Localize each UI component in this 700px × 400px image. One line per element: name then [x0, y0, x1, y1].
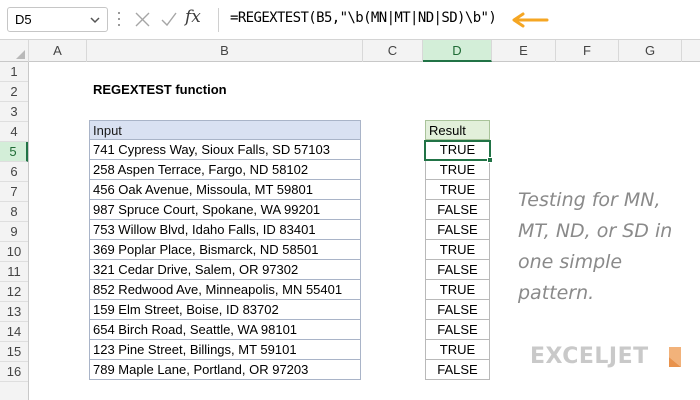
- input-header[interactable]: Input: [89, 120, 361, 140]
- column-header-d[interactable]: D: [423, 40, 492, 62]
- result-cell[interactable]: TRUE: [425, 280, 490, 300]
- input-cell[interactable]: 456 Oak Avenue, Missoula, MT 59801: [89, 180, 361, 200]
- column-headers: A B C D E F G: [0, 40, 700, 62]
- row-header[interactable]: 16: [0, 362, 28, 382]
- logo-mark-icon: [669, 347, 681, 367]
- column-header-a[interactable]: A: [29, 40, 87, 62]
- row-header[interactable]: 8: [0, 202, 28, 222]
- row-header[interactable]: 1: [0, 62, 28, 82]
- row-header[interactable]: 2: [0, 82, 28, 102]
- input-cell[interactable]: 741 Cypress Way, Sioux Falls, SD 57103: [89, 140, 361, 160]
- result-cell[interactable]: TRUE: [425, 340, 490, 360]
- enter-icon[interactable]: [160, 11, 178, 28]
- result-cell[interactable]: TRUE: [425, 240, 490, 260]
- input-cell[interactable]: 852 Redwood Ave, Minneapolis, MN 55401: [89, 280, 361, 300]
- formula-separator: [218, 8, 219, 32]
- input-cell[interactable]: 321 Cedar Drive, Salem, OR 97302: [89, 260, 361, 280]
- result-cell[interactable]: FALSE: [425, 260, 490, 280]
- select-all-icon[interactable]: [0, 40, 29, 62]
- row-header[interactable]: 4: [0, 122, 28, 142]
- name-box[interactable]: D5: [7, 7, 108, 32]
- name-box-value: D5: [15, 12, 32, 27]
- result-cell[interactable]: TRUE: [425, 180, 490, 200]
- row-header[interactable]: 12: [0, 282, 28, 302]
- input-cell[interactable]: 753 Willow Blvd, Idaho Falls, ID 83401: [89, 220, 361, 240]
- row-header-selected[interactable]: 5: [0, 142, 28, 162]
- column-header-e[interactable]: E: [492, 40, 556, 62]
- row-header[interactable]: 9: [0, 222, 28, 242]
- result-cell[interactable]: FALSE: [425, 360, 490, 380]
- result-cell[interactable]: TRUE: [425, 160, 490, 180]
- cancel-icon[interactable]: [134, 11, 151, 28]
- column-header-c[interactable]: C: [363, 40, 423, 62]
- fill-handle[interactable]: [487, 157, 493, 163]
- input-cell[interactable]: 654 Birch Road, Seattle, WA 98101: [89, 320, 361, 340]
- fx-icon[interactable]: fx: [185, 7, 201, 27]
- row-header[interactable]: 7: [0, 182, 28, 202]
- row-header[interactable]: 15: [0, 342, 28, 362]
- result-header[interactable]: Result: [425, 120, 490, 140]
- input-cell[interactable]: 123 Pine Street, Billings, MT 59101: [89, 340, 361, 360]
- input-table: Input 741 Cypress Way, Sioux Falls, SD 5…: [89, 120, 361, 380]
- formula-input[interactable]: =REGEXTEST(B5,"\b(MN|MT|ND|SD)\b"): [230, 10, 497, 26]
- row-header[interactable]: 10: [0, 242, 28, 262]
- drag-handle-icon[interactable]: [118, 12, 121, 28]
- input-cell[interactable]: 159 Elm Street, Boise, ID 83702: [89, 300, 361, 320]
- result-cell[interactable]: FALSE: [425, 320, 490, 340]
- row-headers: 1 2 3 4 5 6 7 8 9 10 11 12 13 14 15 16: [0, 62, 29, 400]
- chevron-down-icon[interactable]: [89, 14, 101, 26]
- input-cell[interactable]: 987 Spruce Court, Spokane, WA 99201: [89, 200, 361, 220]
- input-cell[interactable]: 789 Maple Lane, Portland, OR 97203: [89, 360, 361, 380]
- input-cell[interactable]: 258 Aspen Terrace, Fargo, ND 58102: [89, 160, 361, 180]
- exceljet-logo: EXCELJET: [530, 344, 649, 369]
- row-header[interactable]: 13: [0, 302, 28, 322]
- row-header[interactable]: 11: [0, 262, 28, 282]
- column-header-g[interactable]: G: [619, 40, 682, 62]
- row-header[interactable]: 3: [0, 102, 28, 122]
- column-header-b[interactable]: B: [87, 40, 363, 62]
- formula-bar: D5 fx =REGEXTEST(B5,"\b(MN|MT|ND|SD)\b"): [0, 0, 700, 40]
- input-cell[interactable]: 369 Poplar Place, Bismarck, ND 58501: [89, 240, 361, 260]
- active-cell-outline[interactable]: [424, 140, 493, 163]
- result-cell[interactable]: FALSE: [425, 200, 490, 220]
- sheet-title[interactable]: REGEXTEST function: [93, 82, 227, 97]
- result-cell[interactable]: FALSE: [425, 300, 490, 320]
- row-header[interactable]: 6: [0, 162, 28, 182]
- result-cell[interactable]: FALSE: [425, 220, 490, 240]
- row-header[interactable]: 14: [0, 322, 28, 342]
- annotation-text: Testing for MN, MT, ND, or SD in one sim…: [518, 189, 673, 304]
- column-header-f[interactable]: F: [556, 40, 619, 62]
- arrow-icon: [512, 12, 549, 28]
